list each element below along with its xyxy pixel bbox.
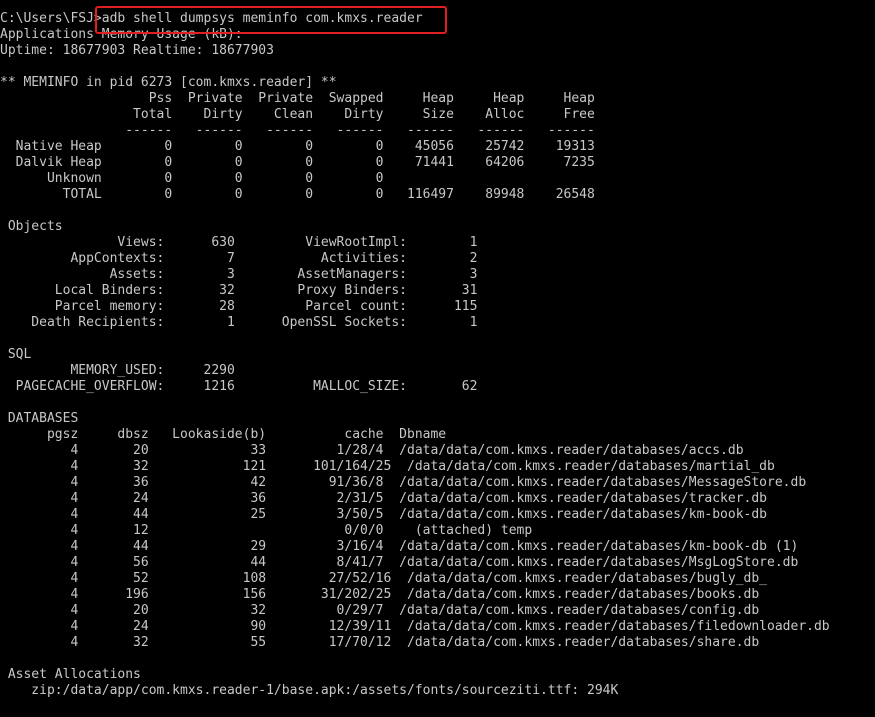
meminfo-table-header: Pss Private Private Swapped Heap Heap He…	[0, 91, 595, 106]
meminfo-table-row: Dalvik Heap 0 0 0 0 71441 64206 7235	[0, 155, 595, 170]
output-line: Uptime: 18677903 Realtime: 18677903	[0, 43, 274, 58]
objects-row: Parcel memory: 28 Parcel count: 115	[0, 299, 478, 314]
objects-row: Death Recipients: 1 OpenSSL Sockets: 1	[0, 315, 478, 330]
terminal-window[interactable]: C:\Users\FSJ>adb shell dumpsys meminfo c…	[0, 0, 875, 717]
databases-table-row: 4 32 55 17/70/12 /data/data/com.kmxs.rea…	[0, 635, 760, 650]
meminfo-table-row: TOTAL 0 0 0 0 116497 89948 26548	[0, 187, 595, 202]
objects-row: Assets: 3 AssetManagers: 3	[0, 267, 478, 282]
databases-table-row: 4 52 108 27/52/16 /data/data/com.kmxs.re…	[0, 571, 768, 586]
meminfo-table-row: Unknown 0 0 0 0	[0, 171, 384, 186]
databases-table-row: 4 24 36 2/31/5 /data/data/com.kmxs.reade…	[0, 491, 768, 506]
databases-table-row: 4 20 32 0/29/7 /data/data/com.kmxs.reade…	[0, 603, 760, 618]
databases-section-title: DATABASES	[0, 411, 79, 426]
meminfo-header-line: ** MEMINFO in pid 6273 [com.kmxs.reader]…	[0, 75, 337, 90]
meminfo-table-separator: ------ ------ ------ ------ ------ -----…	[0, 123, 595, 138]
sql-row: PAGECACHE_OVERFLOW: 1216 MALLOC_SIZE: 62	[0, 379, 478, 394]
databases-table-row: 4 196 156 31/202/25 /data/data/com.kmxs.…	[0, 587, 760, 602]
databases-table-row: 4 12 0/0/0 (attached) temp	[0, 523, 533, 538]
databases-table-row: 4 32 121 101/164/25 /data/data/com.kmxs.…	[0, 459, 775, 474]
terminal-output: C:\Users\FSJ>adb shell dumpsys meminfo c…	[0, 11, 875, 699]
sql-section-title: SQL	[0, 347, 32, 362]
objects-row: AppContexts: 7 Activities: 2	[0, 251, 478, 266]
asset-allocation-row: zip:/data/app/com.kmxs.reader-1/base.apk…	[0, 683, 619, 698]
databases-table-row: 4 24 90 12/39/11 /data/data/com.kmxs.rea…	[0, 619, 830, 634]
databases-table-row: 4 36 42 91/36/8 /data/data/com.kmxs.read…	[0, 475, 807, 490]
databases-table-row: 4 20 33 1/28/4 /data/data/com.kmxs.reade…	[0, 443, 744, 458]
databases-table-row: 4 44 25 3/50/5 /data/data/com.kmxs.reade…	[0, 507, 768, 522]
command-prompt-line[interactable]: C:\Users\FSJ>adb shell dumpsys meminfo c…	[0, 11, 875, 27]
databases-table-header: pgsz dbsz Lookaside(b) cache Dbname	[0, 427, 447, 442]
objects-row: Views: 630 ViewRootImpl: 1	[0, 235, 478, 250]
objects-row: Local Binders: 32 Proxy Binders: 31	[0, 283, 478, 298]
output-line: Applications Memory Usage (kB):	[0, 27, 243, 42]
databases-table-row: 4 44 29 3/16/4 /data/data/com.kmxs.reade…	[0, 539, 799, 554]
meminfo-table-header: Total Dirty Clean Dirty Size Alloc Free	[0, 107, 595, 122]
objects-section-title: Objects	[0, 219, 63, 234]
meminfo-table-row: Native Heap 0 0 0 0 45056 25742 19313	[0, 139, 595, 154]
databases-table-row: 4 56 44 8/41/7 /data/data/com.kmxs.reade…	[0, 555, 799, 570]
sql-row: MEMORY_USED: 2290	[0, 363, 235, 378]
asset-allocations-title: Asset Allocations	[0, 667, 141, 682]
